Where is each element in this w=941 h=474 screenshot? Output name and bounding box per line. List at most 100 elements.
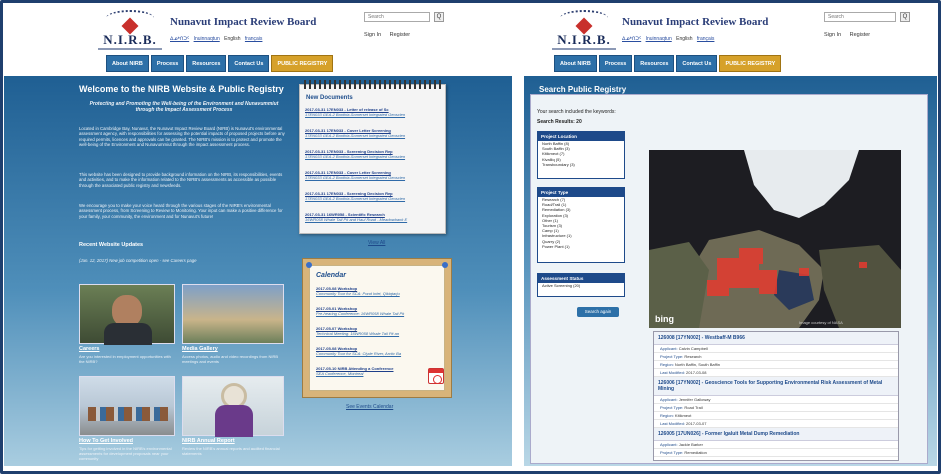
new-documents-widget: New Documents 2017-03-31 17EN033 - Lette… [299,80,446,234]
calendar-title: Calendar [316,272,346,279]
update-item: (Jan. 12, 2017) New job competition open… [79,258,197,263]
pin-icon [306,262,312,268]
lang-inuktitut[interactable]: ᐃᓄᒃᑎᑐᑦ [170,36,189,42]
filter-project-location: Project Location North Baffin (8) South … [537,131,625,179]
registry-page-screenshot: N.I.R.B. Nunavut Impact Review Board ᐃᓄᒃ… [524,4,937,466]
calendar-paper: Calendar 2017-05-08 Workshop Community To… [309,265,445,391]
careers-desc: Are you interested in employment opportu… [79,354,171,364]
result-item[interactable]: 126008 [17YN002] - Westbaff-M B966 Appli… [654,332,898,377]
event-item[interactable]: 2017-05-08 Workshop Community Tour for SC… [316,286,440,296]
nav-public-registry[interactable]: PUBLIC REGISTRY [719,55,782,72]
lang-inuinnaqtun[interactable]: Inuinnaqtun [646,36,672,42]
site-title[interactable]: Nunavut Impact Review Board [170,16,316,28]
search-icon[interactable]: Q [434,12,444,22]
results-count: Search Results: 20 [537,119,582,125]
get-involved-link[interactable]: How To Get Involved [79,438,133,444]
intro-paragraph-3: We encourage you to make your voice hear… [79,203,283,219]
register-link[interactable]: Register [390,32,410,38]
event-item[interactable]: 2017-05-08 Workshop Community Tour for SC… [316,346,440,356]
lang-inuinnaqtun[interactable]: Inuinnaqtun [194,36,220,42]
media-gallery-link[interactable]: Media Gallery [182,346,218,352]
search-icon[interactable]: Q [900,12,910,22]
filter-assessment-status: Assessment Status Active Screening (20) [537,273,625,297]
account-links: Sign In Register [824,32,877,38]
document-item[interactable]: 2017-03-31 17EN033 - Cover Letter Screen… [305,128,441,138]
event-item[interactable]: 2017-05-10 NIRB Attending a Conference SE… [316,366,426,376]
lang-french[interactable]: français [245,36,263,42]
site-header: N.I.R.B. Nunavut Impact Review Board ᐃᓄᒃ… [524,4,937,62]
register-link[interactable]: Register [850,32,870,38]
sign-in-link[interactable]: Sign In [824,32,841,38]
new-documents-title: New Documents [306,95,353,101]
keywords-text: Your search included the keywords: [537,109,616,115]
sign-in-link[interactable]: Sign In [364,32,381,38]
bing-logo: bing [655,314,674,324]
event-item[interactable]: 2017-05-07 Workshop Technical Meeting: 16… [316,326,440,336]
project-map[interactable]: bing Image courtesy of NASA [649,150,901,328]
map-canvas: bing Image courtesy of NASA [649,150,901,328]
main-nav: About NIRB Process Resources Contact Us … [554,55,782,72]
nav-resources[interactable]: Resources [634,55,675,72]
annual-report-image[interactable] [182,376,284,437]
media-gallery-image[interactable] [182,284,284,344]
site-title[interactable]: Nunavut Impact Review Board [622,16,768,28]
notebook-rings [304,80,441,89]
careers-link[interactable]: Careers [79,346,100,352]
site-header: N.I.R.B. Nunavut Impact Review Board ᐃᓄᒃ… [4,4,512,62]
registry-content: Search Public Registry Your search inclu… [524,76,937,466]
account-links: Sign In Register [364,32,417,38]
filter-option[interactable]: Active Screening (20) [538,283,624,288]
annual-report-link[interactable]: NIRB Annual Report [182,438,235,444]
lang-english: English [224,36,241,42]
filter-project-type: Project Type Research (7) Road/Trail (1)… [537,187,625,263]
nav-about[interactable]: About NIRB [554,55,597,72]
lang-french[interactable]: français [697,36,715,42]
pin-icon [442,262,448,268]
nav-process[interactable]: Process [150,55,185,72]
home-page-screenshot: N.I.R.B. Nunavut Impact Review Board ᐃᓄᒃ… [4,4,512,466]
calendar-icon[interactable] [428,368,444,384]
result-item[interactable]: 126005 [17UN026] - Former Igaluit Metal … [654,428,898,457]
search-input[interactable]: Search [364,12,430,22]
annual-report-desc: Review the NIRB's annual reports and aud… [182,446,280,456]
search-input[interactable]: Search [824,12,896,22]
nirb-logo[interactable]: N.I.R.B. [96,10,164,54]
welcome-title: Welcome to the NIRB Website & Public Reg… [79,84,284,94]
map-credit: Image courtesy of NASA [799,320,843,325]
search-again-button[interactable]: Search again [577,307,619,317]
calendar-widget: Calendar 2017-05-08 Workshop Community To… [302,258,452,398]
updates-heading: Recent Website Updates [79,242,144,248]
nav-contact[interactable]: Contact Us [228,55,270,72]
event-item[interactable]: 2017-05-01 Workshop Pre-hearing Conferenc… [316,306,440,316]
intro-paragraph-2: This website has been designed to provid… [79,172,283,188]
document-item[interactable]: 2017-03-31 17EN033 - Cover Letter Screen… [305,170,441,180]
document-item[interactable]: 2017-03-31 17EN033 - Letter of release o… [305,107,441,117]
result-item[interactable]: 126006 [17YN002] - Geoscience Tools for … [654,377,898,428]
intro-paragraph-1: Located in Cambridge Bay, Nunavut, the N… [79,126,285,148]
document-item[interactable]: 2017-03-31 16WR058 - Scientific Research… [305,212,441,222]
nav-about[interactable]: About NIRB [106,55,149,72]
nav-process[interactable]: Process [598,55,633,72]
lang-inuktitut[interactable]: ᐃᓄᒃᑎᑐᑦ [622,36,641,42]
language-links: ᐃᓄᒃᑎᑐᑦ Inuinnaqtun English français [170,36,265,42]
document-item[interactable]: 2017-03-31 17EN033 - Screening Decision … [305,191,441,201]
careers-image[interactable] [79,284,175,345]
document-item[interactable]: 2017-03-31 17EN033 - Screening Decision … [305,149,441,159]
nirb-logo[interactable]: N.I.R.B. [550,10,618,54]
view-all-link[interactable]: View All [368,240,385,246]
get-involved-image[interactable] [79,376,175,436]
nav-resources[interactable]: Resources [186,55,227,72]
panel-title: Search Public Registry [539,85,627,94]
media-gallery-desc: Access photos, audio and video recording… [182,354,279,364]
see-events-calendar-link[interactable]: See Events Calendar [346,404,393,410]
nav-public-registry[interactable]: PUBLIC REGISTRY [271,55,334,72]
filter-option[interactable]: Power Plant (1) [538,244,624,249]
language-links: ᐃᓄᒃᑎᑐᑦ Inuinnaqtun English français [622,36,717,42]
tagline: Protecting and Promoting the Well-being … [89,101,279,113]
nav-contact[interactable]: Contact Us [676,55,718,72]
get-involved-desc: Tips for getting involved in the NIRB's … [79,446,172,461]
results-list: 126008 [17YN002] - Westbaff-M B966 Appli… [653,331,899,461]
filter-option[interactable]: Transboundary (3) [538,162,624,167]
lang-english: English [676,36,693,42]
main-nav: About NIRB Process Resources Contact Us … [106,55,334,72]
